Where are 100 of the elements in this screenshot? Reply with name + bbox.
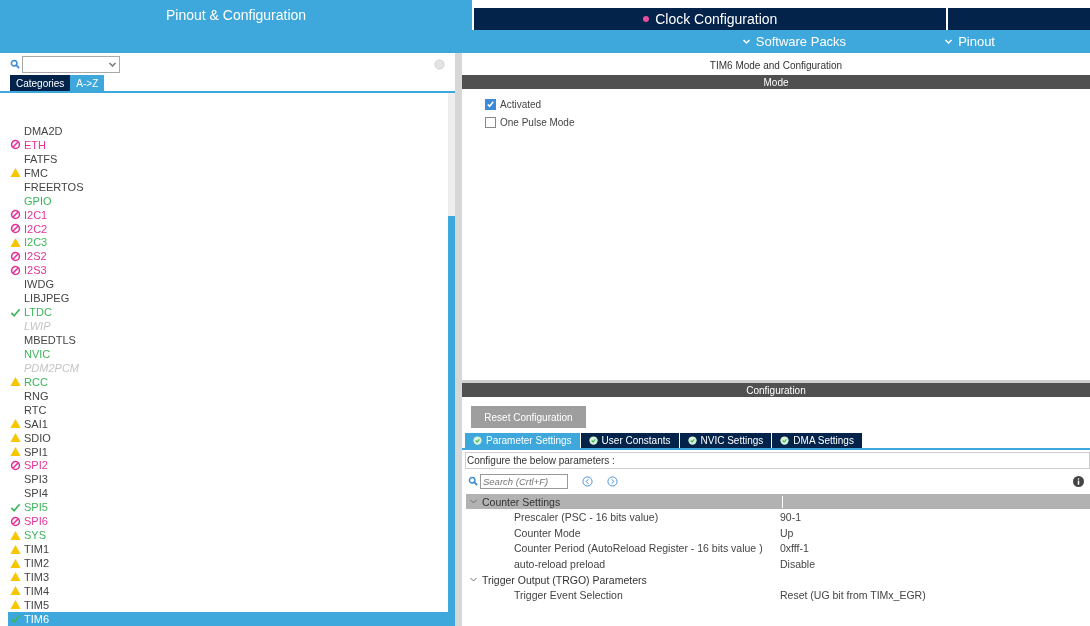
warning-icon <box>10 418 21 430</box>
warning-icon <box>10 236 21 248</box>
parameter-value[interactable]: Reset (UG bit from TIMx_EGR) <box>780 588 926 601</box>
group-label: Trigger Output (TRGO) Parameters <box>482 573 647 586</box>
group-row[interactable]: Trigger Output (TRGO) Parameters <box>466 572 1090 587</box>
chevron-down-icon <box>741 37 751 46</box>
item-label: I2C3 <box>24 236 48 249</box>
group-row[interactable]: Counter Settings <box>466 494 1090 509</box>
item-label: I2S2 <box>24 250 47 263</box>
next-icon <box>607 475 618 487</box>
peripheral-item[interactable]: LIBJPEG <box>8 291 448 306</box>
item-label: I2S3 <box>24 264 47 277</box>
blocked-icon <box>10 223 21 235</box>
scrollbar[interactable] <box>448 93 455 626</box>
item-label: LWIP <box>24 320 51 333</box>
group-label: Counter Settings <box>482 495 561 508</box>
blocked-icon <box>10 139 21 151</box>
blocked-icon <box>10 264 21 276</box>
peripheral-item[interactable]: MBEDTLS <box>8 333 448 347</box>
peripheral-item[interactable]: I2C1 <box>8 207 448 222</box>
search-combo[interactable] <box>22 55 120 73</box>
peripheral-item[interactable]: SPI4 <box>8 486 448 501</box>
search-field[interactable]: Search (Crtl+F) <box>480 473 568 489</box>
checkbox[interactable] <box>485 99 496 110</box>
item-label: SPI3 <box>24 473 48 486</box>
peripheral-item[interactable]: TIM5 <box>8 597 448 612</box>
view-tab[interactable]: Categories <box>10 75 71 91</box>
check-circle-icon <box>588 436 598 445</box>
warning-icon <box>10 571 21 583</box>
section-header: Configuration <box>462 383 1090 397</box>
peripheral-item[interactable]: SPI6 <box>8 514 448 529</box>
blocked-icon <box>10 515 21 527</box>
peripheral-item[interactable]: TIM1 <box>8 542 448 557</box>
blocked-icon <box>10 459 21 471</box>
item-label: FMC <box>24 166 48 179</box>
item-label: SDIO <box>24 431 51 444</box>
parameter-name: Trigger Event Selection <box>513 588 624 601</box>
peripheral-item[interactable]: I2S3 <box>8 263 448 278</box>
warning-icon <box>10 529 21 541</box>
warning-icon <box>10 376 21 388</box>
peripheral-item[interactable]: SDIO <box>8 430 448 445</box>
warning-icon <box>10 432 21 444</box>
peripheral-item[interactable]: FMC <box>8 165 448 180</box>
warning-icon <box>10 543 21 555</box>
item-label: SAI1 <box>24 417 48 430</box>
section-header: Mode <box>462 75 1090 89</box>
item-label: ETH <box>24 138 46 151</box>
item-label: TIM1 <box>24 543 50 556</box>
peripheral-item[interactable]: RTC <box>8 402 448 417</box>
peripheral-item[interactable]: SPI2 <box>8 458 448 473</box>
item-label: FATFS <box>24 152 58 165</box>
settings-tab[interactable]: NVIC Settings <box>679 433 773 448</box>
settings-tab[interactable]: DMA Settings <box>772 433 863 448</box>
item-label: TIM4 <box>24 584 50 597</box>
peripheral-item[interactable]: TIM4 <box>8 583 448 598</box>
peripheral-item[interactable]: I2S2 <box>8 249 448 264</box>
item-label: TIM6 <box>24 612 50 625</box>
search-icon <box>10 59 20 69</box>
parameter-value[interactable]: Disable <box>780 558 816 571</box>
item-label: I2C1 <box>24 208 48 221</box>
blocked-icon <box>10 209 21 221</box>
peripheral-item[interactable]: RNG <box>8 388 448 403</box>
parameter-value[interactable]: 90-1 <box>780 510 801 523</box>
parameter-value[interactable]: Up <box>780 526 794 539</box>
item-label: TIM2 <box>24 557 50 570</box>
parameter-value[interactable]: 0xfff-1 <box>780 542 809 555</box>
chevron-down-icon <box>944 37 954 46</box>
dot-icon <box>643 16 650 22</box>
blocked-icon <box>10 250 21 262</box>
item-label: DMA2D <box>24 124 63 137</box>
item-label: PDM2PCM <box>24 361 79 374</box>
item-label: TIM5 <box>24 598 50 611</box>
peripheral-item[interactable]: SPI3 <box>8 472 448 487</box>
peripheral-item[interactable]: ETH <box>8 137 448 152</box>
warning-icon <box>10 446 21 458</box>
top-tab[interactable]: Clock Configuration <box>474 8 947 30</box>
peripheral-item[interactable]: TIM2 <box>8 556 448 570</box>
peripheral-item[interactable]: SPI1 <box>8 444 448 459</box>
checkbox[interactable] <box>485 117 496 128</box>
check-circle-icon <box>780 436 790 445</box>
warning-icon <box>10 599 21 611</box>
parameter-name: auto-reload preload <box>513 558 607 571</box>
settings-tab[interactable]: User Constants <box>580 433 680 448</box>
previous-icon <box>582 475 593 487</box>
checkbox-label: One Pulse Mode <box>500 117 575 128</box>
check-circle-icon <box>687 436 697 445</box>
item-label: RNG <box>24 389 49 402</box>
peripheral-item[interactable]: IWDG <box>8 277 448 292</box>
warning-icon <box>10 167 21 179</box>
peripheral-item[interactable]: FREERTOS <box>8 179 448 194</box>
warning-icon <box>10 585 21 597</box>
peripheral-item[interactable]: DMA2D <box>8 124 448 138</box>
peripheral-item[interactable]: SAI1 <box>8 416 448 431</box>
item-label: I2C2 <box>24 222 48 235</box>
checkmark-icon <box>10 306 21 318</box>
peripheral-item[interactable]: I2C2 <box>8 221 448 236</box>
panel-title: TIM6 Mode and Configuration <box>708 58 844 73</box>
info-icon <box>1073 475 1084 487</box>
peripheral-item[interactable]: FATFS <box>8 151 448 166</box>
peripheral-item[interactable]: TIM3 <box>8 570 448 584</box>
